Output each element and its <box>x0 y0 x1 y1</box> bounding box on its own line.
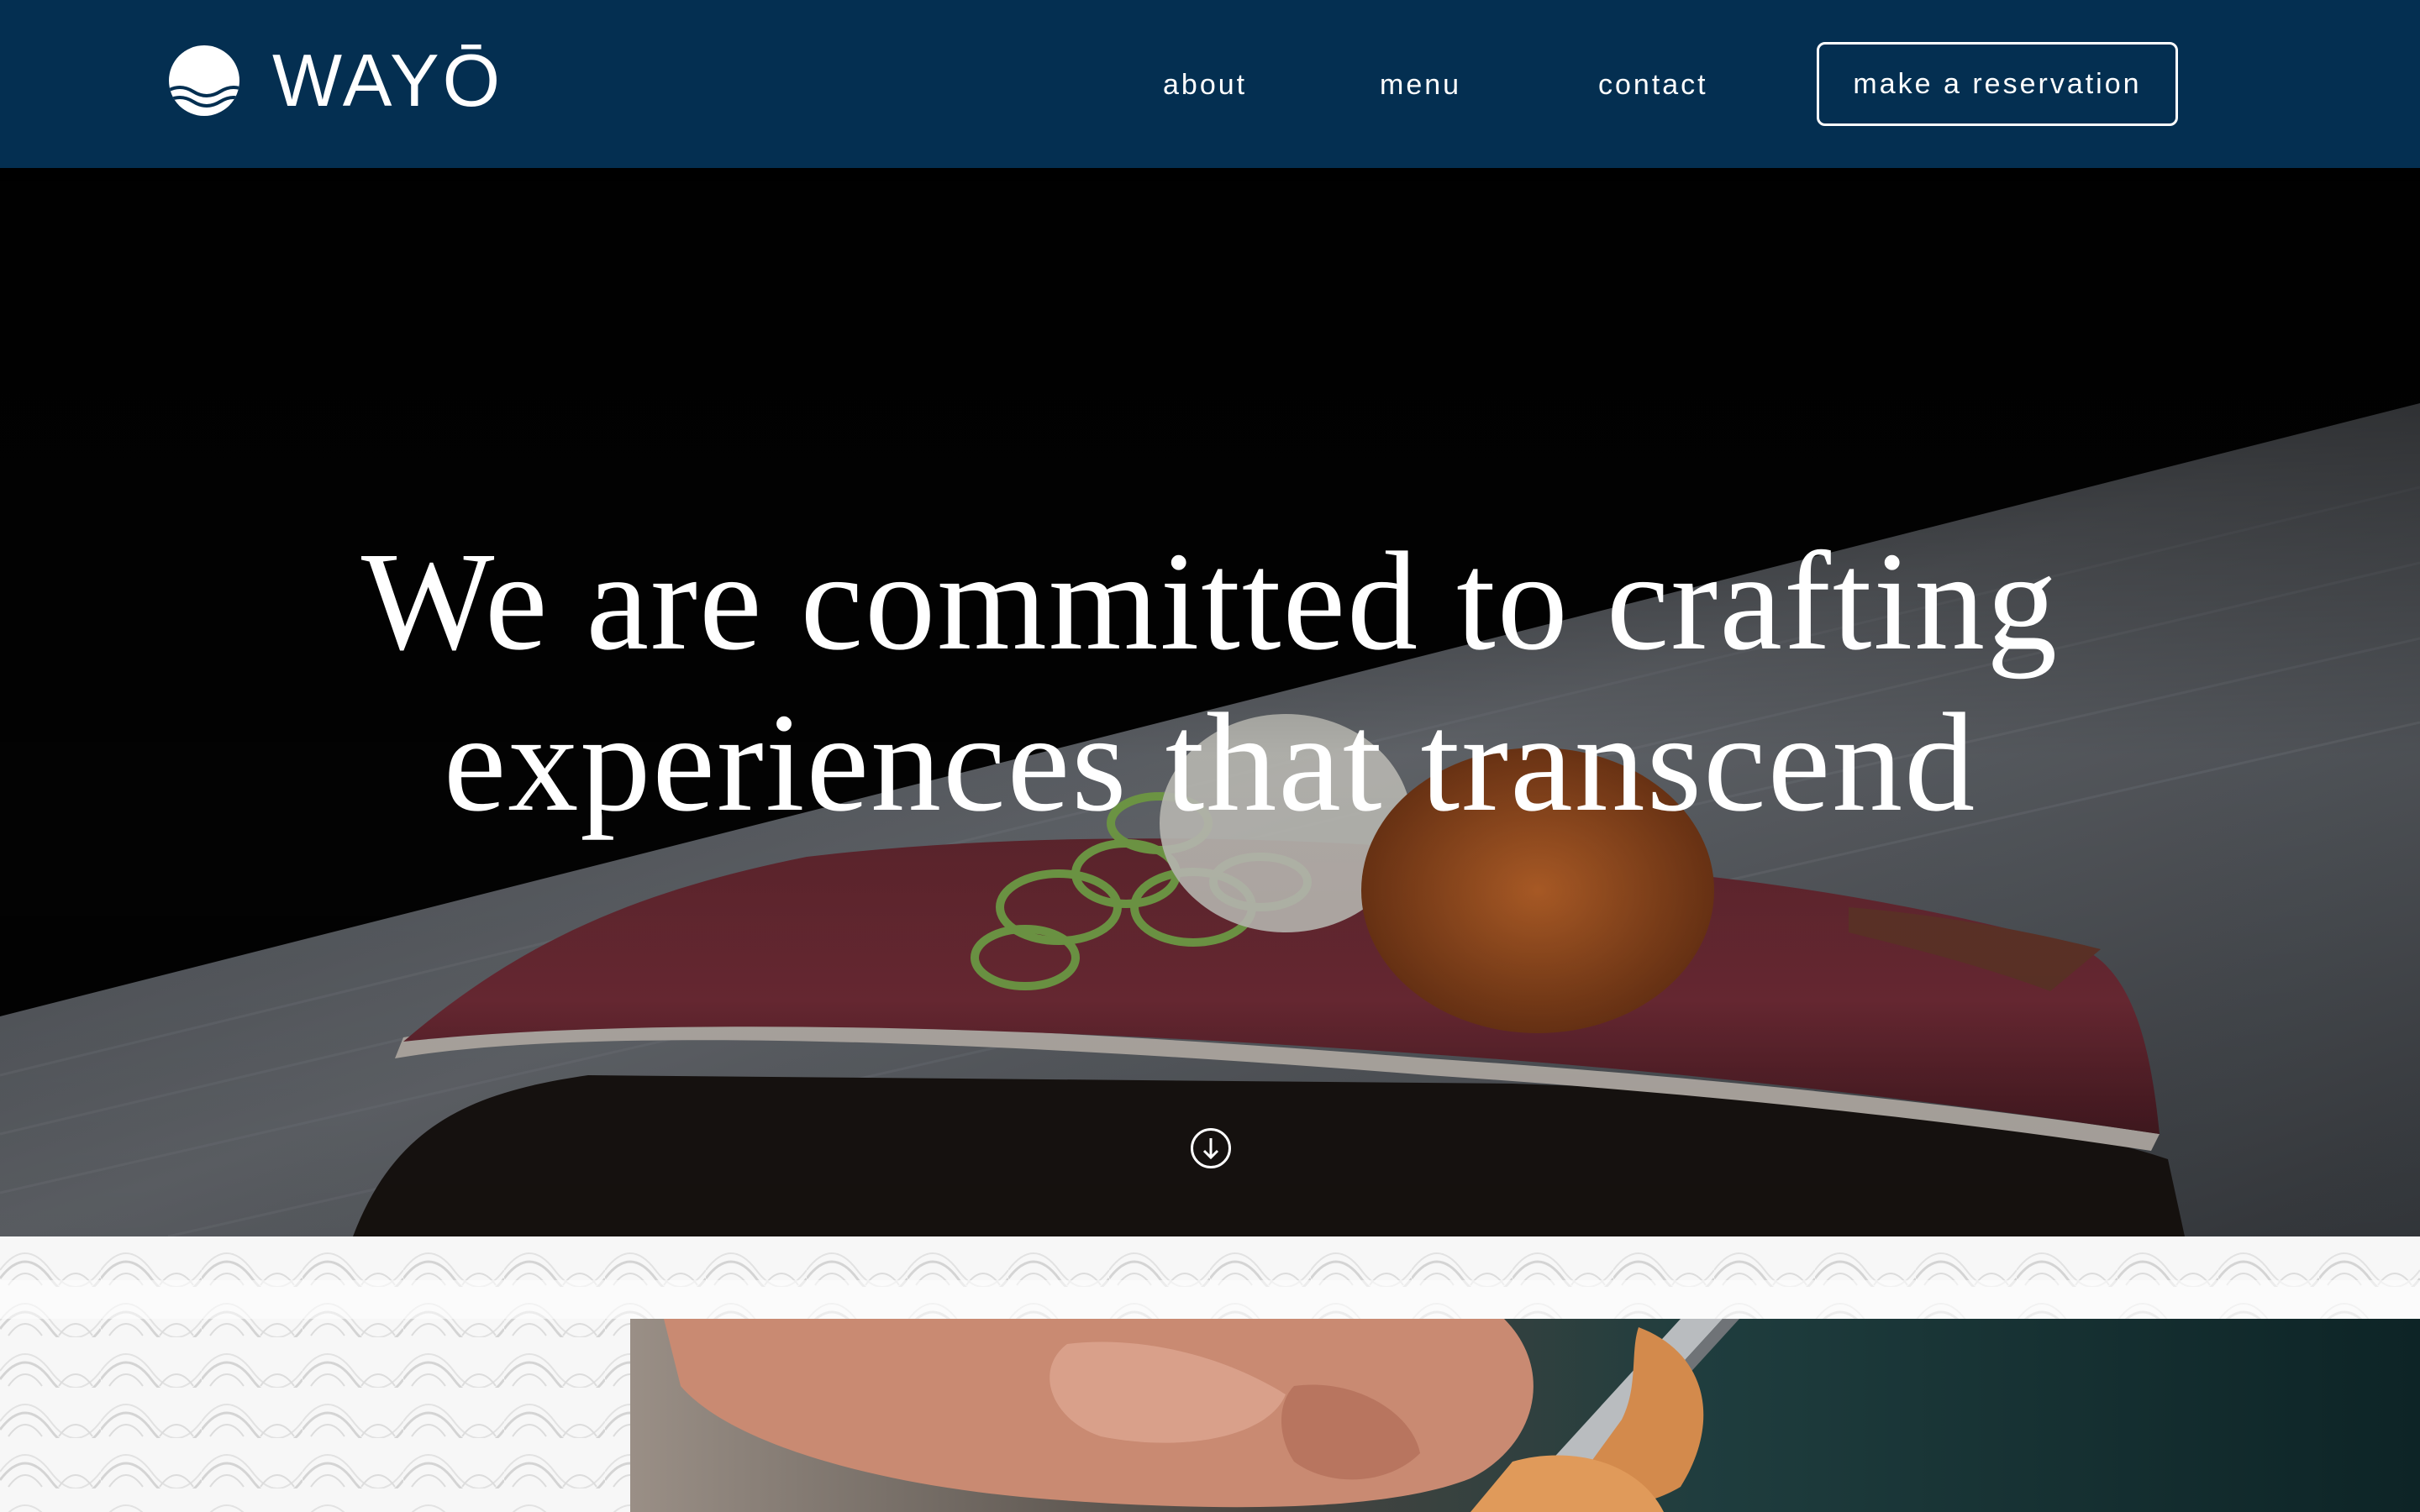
hero-headline: We are committed to crafting experiences… <box>0 521 2420 843</box>
nav-about-link[interactable]: about <box>1163 64 1247 106</box>
nav-menu-link[interactable]: menu <box>1380 64 1461 106</box>
hero-headline-line-1: We are committed to crafting <box>360 523 2060 680</box>
nav-contact-link[interactable]: contact <box>1598 64 1708 106</box>
scroll-down-button[interactable] <box>1190 1127 1232 1169</box>
make-reservation-button[interactable]: make a reservation <box>1817 42 2178 126</box>
logo-link[interactable]: WAYŌ <box>168 39 503 123</box>
site-header: WAYŌ about menu contact make a reservati… <box>0 0 2420 168</box>
hero-headline-line-2: experiences that transcend <box>443 685 1977 841</box>
wave-pattern-section <box>0 1236 2420 1512</box>
arrow-down-circle-icon <box>1191 1128 1231 1168</box>
hero-section: We are committed to crafting experiences… <box>0 168 2420 1236</box>
logo-wordmark: WAYŌ <box>272 39 504 122</box>
sun-over-waves-icon <box>169 45 239 116</box>
chef-photo <box>630 1319 2420 1512</box>
chef-hand-image <box>630 1319 2420 1512</box>
